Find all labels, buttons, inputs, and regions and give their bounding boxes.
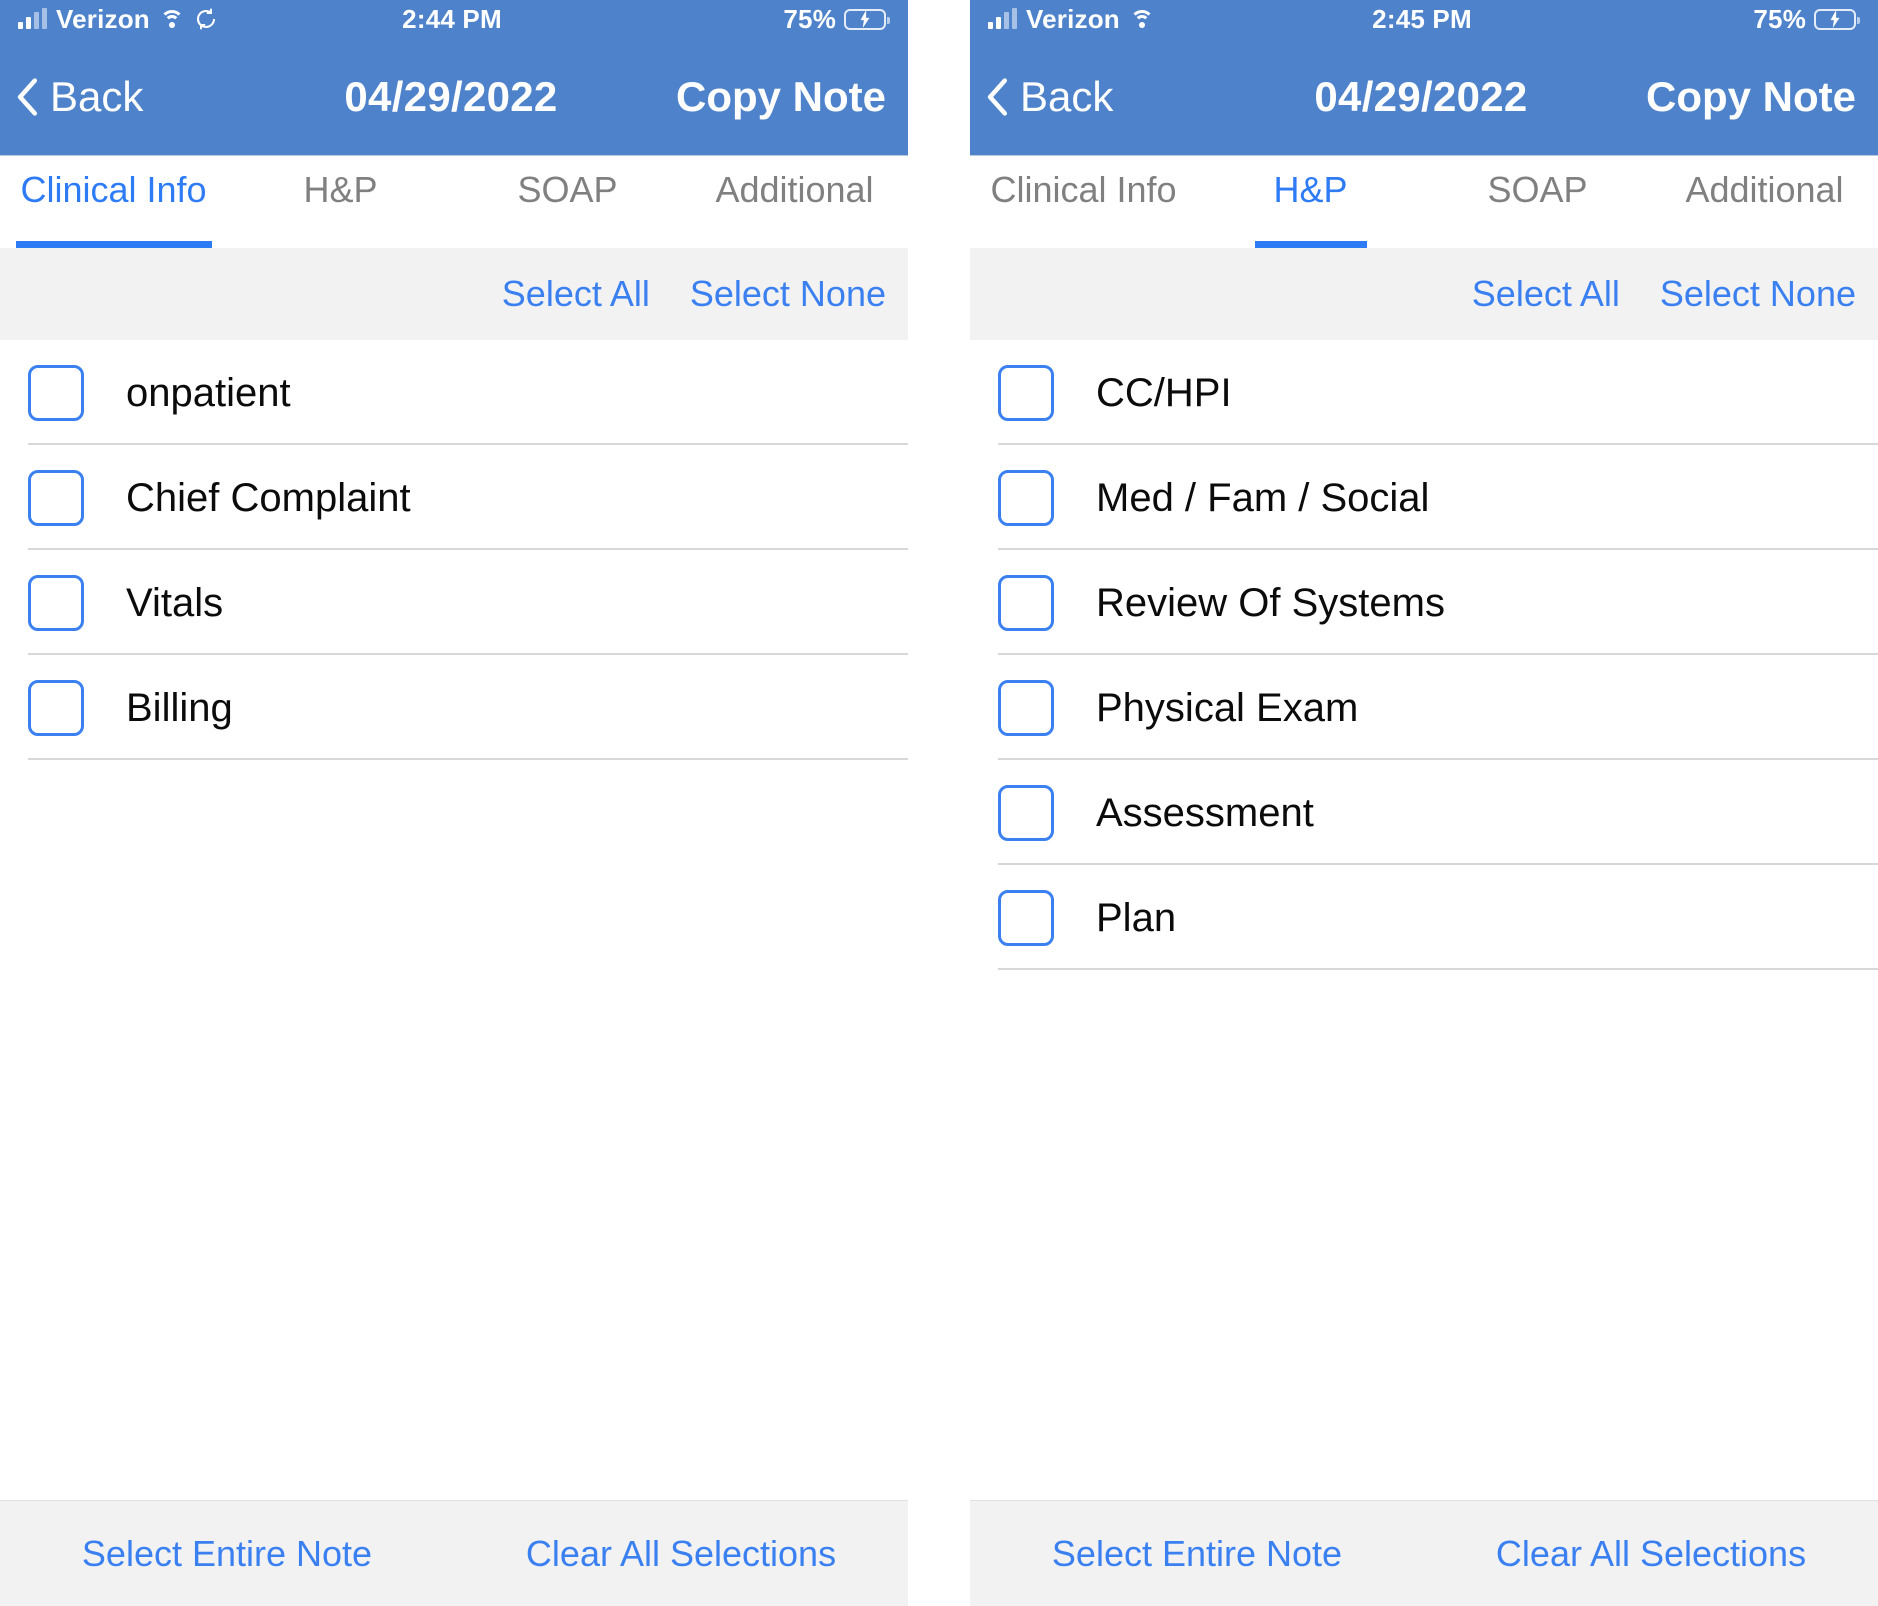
carrier-label: Verizon xyxy=(1026,3,1120,34)
page-title: 04/29/2022 xyxy=(1314,72,1528,120)
status-bar-right: 75% xyxy=(1472,3,1861,35)
list-item[interactable]: Assessment xyxy=(970,760,1878,865)
status-bar: Verizon 2:44 PM 75% xyxy=(0,0,908,38)
select-all-button[interactable]: Select All xyxy=(502,273,650,315)
list-item[interactable]: Review Of Systems xyxy=(970,550,1878,655)
tab-soap[interactable]: SOAP xyxy=(454,156,681,248)
list-item[interactable]: Billing xyxy=(0,655,908,760)
chevron-left-icon xyxy=(17,77,38,116)
bottom-toolbar: Select Entire Note Clear All Selections xyxy=(0,1500,908,1606)
phone-screen-right: Verizon 2:45 PM 75% Back 04/29/2022 Copy… xyxy=(970,0,1878,1606)
checkbox-list: CC/HPI Med / Fam / Social Review Of Syst… xyxy=(970,340,1878,1500)
select-entire-note-button[interactable]: Select Entire Note xyxy=(0,1533,454,1575)
list-item-label: Chief Complaint xyxy=(126,475,411,520)
list-item-label: Med / Fam / Social xyxy=(1096,475,1430,520)
list-item[interactable]: CC/HPI xyxy=(970,340,1878,445)
copy-note-button[interactable]: Copy Note xyxy=(558,73,886,121)
selection-toolbar: Select All Select None xyxy=(970,248,1878,340)
tab-label: Clinical Info xyxy=(20,169,207,210)
list-item-label: Billing xyxy=(126,685,233,730)
back-button[interactable]: Back xyxy=(16,73,344,121)
carrier-label: Verizon xyxy=(56,3,150,34)
tab-hp[interactable]: H&P xyxy=(1197,156,1424,248)
signal-icon xyxy=(988,8,1017,29)
checkbox[interactable] xyxy=(28,574,84,631)
tab-soap[interactable]: SOAP xyxy=(1424,156,1651,248)
checkbox[interactable] xyxy=(998,469,1054,526)
tab-active-indicator xyxy=(15,241,212,248)
tab-label: Additional xyxy=(715,169,874,210)
copy-note-button[interactable]: Copy Note xyxy=(1528,73,1856,121)
page-title: 04/29/2022 xyxy=(344,72,558,120)
tab-additional[interactable]: Additional xyxy=(1651,156,1878,248)
list-item-label: Plan xyxy=(1096,895,1177,940)
list-item-label: Review Of Systems xyxy=(1096,580,1445,625)
dual-screenshot-stage: Verizon 2:44 PM 75% Back 04/29/2022 Copy… xyxy=(0,0,1878,1606)
list-item-label: Physical Exam xyxy=(1096,685,1359,730)
list-item[interactable]: Med / Fam / Social xyxy=(970,445,1878,550)
checkbox[interactable] xyxy=(998,889,1054,946)
chevron-left-icon xyxy=(987,77,1008,116)
tab-hp[interactable]: H&P xyxy=(227,156,454,248)
checkbox[interactable] xyxy=(998,364,1054,421)
checkbox[interactable] xyxy=(28,364,84,421)
signal-icon xyxy=(18,8,47,29)
list-item[interactable]: Chief Complaint xyxy=(0,445,908,550)
back-label: Back xyxy=(1020,72,1114,120)
status-time: 2:45 PM xyxy=(1372,3,1472,34)
tab-label: Additional xyxy=(1685,169,1844,210)
battery-charging-icon xyxy=(1814,8,1861,30)
status-bar-right: 75% xyxy=(502,3,891,35)
list-item[interactable]: Physical Exam xyxy=(970,655,1878,760)
tab-label: H&P xyxy=(1273,169,1348,210)
checkbox[interactable] xyxy=(28,679,84,736)
bottom-toolbar: Select Entire Note Clear All Selections xyxy=(970,1500,1878,1606)
clear-all-selections-button[interactable]: Clear All Selections xyxy=(454,1533,908,1575)
tab-clinical-info[interactable]: Clinical Info xyxy=(0,156,227,248)
tab-bar: Clinical Info H&P SOAP Additional xyxy=(970,156,1878,248)
select-none-button[interactable]: Select None xyxy=(690,273,886,315)
checkbox[interactable] xyxy=(998,784,1054,841)
checkbox-list: onpatient Chief Complaint Vitals Billing xyxy=(0,340,908,1500)
panel-gap xyxy=(908,0,970,1606)
select-none-button[interactable]: Select None xyxy=(1660,273,1856,315)
tab-label: H&P xyxy=(303,169,378,210)
status-bar-left: Verizon xyxy=(988,4,1372,35)
status-bar: Verizon 2:45 PM 75% xyxy=(970,0,1878,38)
tab-active-indicator xyxy=(1254,241,1367,248)
checkbox[interactable] xyxy=(28,469,84,526)
rotation-lock-icon xyxy=(196,8,215,30)
list-item[interactable]: onpatient xyxy=(0,340,908,445)
tab-label: Clinical Info xyxy=(990,169,1177,210)
wifi-icon xyxy=(159,9,185,29)
selection-toolbar: Select All Select None xyxy=(0,248,908,340)
list-item-label: onpatient xyxy=(126,370,291,415)
list-item-label: Assessment xyxy=(1096,790,1314,835)
select-all-button[interactable]: Select All xyxy=(1472,273,1620,315)
status-bar-left: Verizon xyxy=(18,4,402,35)
back-button[interactable]: Back xyxy=(986,73,1314,121)
phone-screen-left: Verizon 2:44 PM 75% Back 04/29/2022 Copy… xyxy=(0,0,908,1606)
battery-percent-label: 75% xyxy=(783,3,837,34)
tab-label: SOAP xyxy=(517,169,618,210)
clear-all-selections-button[interactable]: Clear All Selections xyxy=(1424,1533,1878,1575)
list-item-label: Vitals xyxy=(126,580,224,625)
navigation-bar: Back 04/29/2022 Copy Note xyxy=(0,38,908,156)
battery-percent-label: 75% xyxy=(1753,3,1807,34)
wifi-icon xyxy=(1129,9,1155,29)
battery-charging-icon xyxy=(844,8,891,30)
checkbox[interactable] xyxy=(998,574,1054,631)
navigation-bar: Back 04/29/2022 Copy Note xyxy=(970,38,1878,156)
list-item[interactable]: Plan xyxy=(970,865,1878,970)
tab-additional[interactable]: Additional xyxy=(681,156,908,248)
checkbox[interactable] xyxy=(998,679,1054,736)
tab-clinical-info[interactable]: Clinical Info xyxy=(970,156,1197,248)
back-label: Back xyxy=(50,72,144,120)
select-entire-note-button[interactable]: Select Entire Note xyxy=(970,1533,1424,1575)
status-time: 2:44 PM xyxy=(402,3,502,34)
list-item-label: CC/HPI xyxy=(1096,370,1232,415)
tab-label: SOAP xyxy=(1487,169,1588,210)
list-item[interactable]: Vitals xyxy=(0,550,908,655)
tab-bar: Clinical Info H&P SOAP Additional xyxy=(0,156,908,248)
